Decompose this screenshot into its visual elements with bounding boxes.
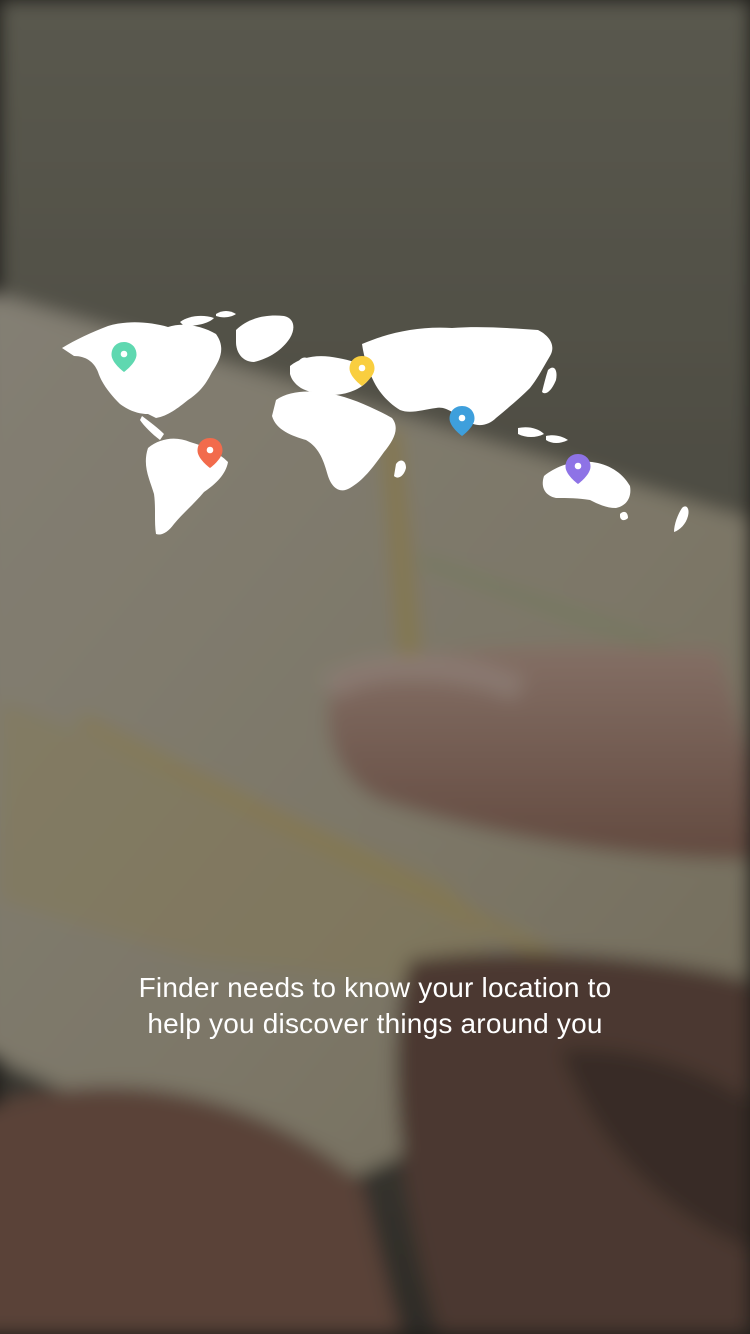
message-line-1: Finder needs to know your location to [138,972,612,1003]
message-line-2: help you discover things around you [147,1008,603,1039]
world-map-icon [62,311,689,535]
location-permission-message: Finder needs to know your location to he… [40,970,710,1042]
location-permission-screen: Finder needs to know your location to he… [0,0,750,1334]
location-pin-icon [449,406,475,436]
dark-overlay [0,0,750,1334]
